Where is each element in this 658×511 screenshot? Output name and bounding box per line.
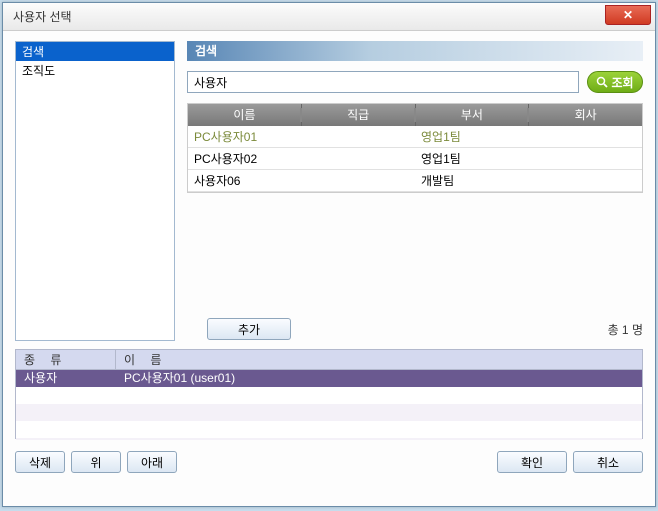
cell-rank: [302, 126, 416, 147]
cell-name: PC사용자01: [188, 126, 302, 147]
search-row: 조회: [187, 71, 643, 93]
table-header: 이름 직급 부서 회사: [188, 104, 642, 126]
sidebar-item-label: 조직도: [22, 64, 55, 78]
cell-rank: [302, 148, 416, 169]
grid-row[interactable]: 사용자 PC사용자01 (user01): [16, 370, 642, 387]
sidebar-item-orgchart[interactable]: 조직도: [16, 61, 174, 80]
grid-header: 종 류 이 름: [16, 350, 642, 370]
cell-company: [529, 170, 643, 191]
th-rank[interactable]: 직급: [302, 104, 416, 126]
titlebar: 사용자 선택 ✕: [3, 3, 655, 31]
sidebar-item-label: 검색: [22, 45, 44, 59]
cancel-button[interactable]: 취소: [573, 451, 643, 473]
search-button[interactable]: 조회: [587, 71, 643, 93]
up-button[interactable]: 위: [71, 451, 121, 473]
sidebar-item-search[interactable]: 검색: [16, 42, 174, 61]
footer-right: 확인 취소: [497, 451, 643, 473]
grid-th-type[interactable]: 종 류: [16, 350, 116, 369]
dialog-window: 사용자 선택 ✕ 검색 조직도 검색: [2, 2, 656, 507]
search-button-label: 조회: [611, 74, 633, 91]
section-header: 검색: [187, 41, 643, 61]
down-button[interactable]: 아래: [127, 451, 177, 473]
th-company[interactable]: 회사: [529, 104, 642, 126]
table-row[interactable]: PC사용자02 영업1팀: [188, 148, 642, 170]
close-button[interactable]: ✕: [605, 5, 651, 25]
delete-button[interactable]: 삭제: [15, 451, 65, 473]
cell-dept: 영업1팀: [415, 126, 529, 147]
search-input[interactable]: [187, 71, 579, 93]
add-button[interactable]: 추가: [207, 318, 291, 340]
th-name[interactable]: 이름: [188, 104, 302, 126]
count-text: 총 1 명: [608, 321, 643, 338]
table-row[interactable]: 사용자06 개발팀: [188, 170, 642, 192]
window-title: 사용자 선택: [13, 8, 72, 25]
table-row[interactable]: PC사용자01 영업1팀: [188, 126, 642, 148]
grid-body: 사용자 PC사용자01 (user01): [16, 370, 642, 440]
ok-button[interactable]: 확인: [497, 451, 567, 473]
close-icon: ✕: [623, 8, 633, 22]
sidebar: 검색 조직도: [15, 41, 175, 341]
magnifier-icon: [596, 76, 608, 88]
right-pane: 검색 조회 이름 직급 부서 회사: [187, 41, 643, 341]
add-bar: 추가 총 1 명: [187, 317, 643, 341]
grid-cell-type: 사용자: [16, 370, 116, 387]
footer-left: 삭제 위 아래: [15, 451, 177, 473]
footer: 삭제 위 아래 확인 취소: [15, 451, 643, 473]
results-table: 이름 직급 부서 회사 PC사용자01 영업1팀 PC사용자0: [187, 103, 643, 193]
th-dept[interactable]: 부서: [416, 104, 530, 126]
cell-dept: 영업1팀: [415, 148, 529, 169]
grid-th-name[interactable]: 이 름: [116, 350, 642, 369]
cell-name: PC사용자02: [188, 148, 302, 169]
section-title: 검색: [195, 44, 217, 58]
cell-rank: [302, 170, 416, 191]
grid-cell-name: PC사용자01 (user01): [116, 370, 642, 387]
cell-name: 사용자06: [188, 170, 302, 191]
selected-grid: 종 류 이 름 사용자 PC사용자01 (user01): [15, 349, 643, 439]
cell-company: [529, 148, 643, 169]
table-body: PC사용자01 영업1팀 PC사용자02 영업1팀 사용자06: [188, 126, 642, 192]
cell-dept: 개발팀: [415, 170, 529, 191]
cell-company: [529, 126, 643, 147]
upper-pane: 검색 조직도 검색 조회: [15, 41, 643, 341]
content: 검색 조직도 검색 조회: [3, 31, 655, 506]
